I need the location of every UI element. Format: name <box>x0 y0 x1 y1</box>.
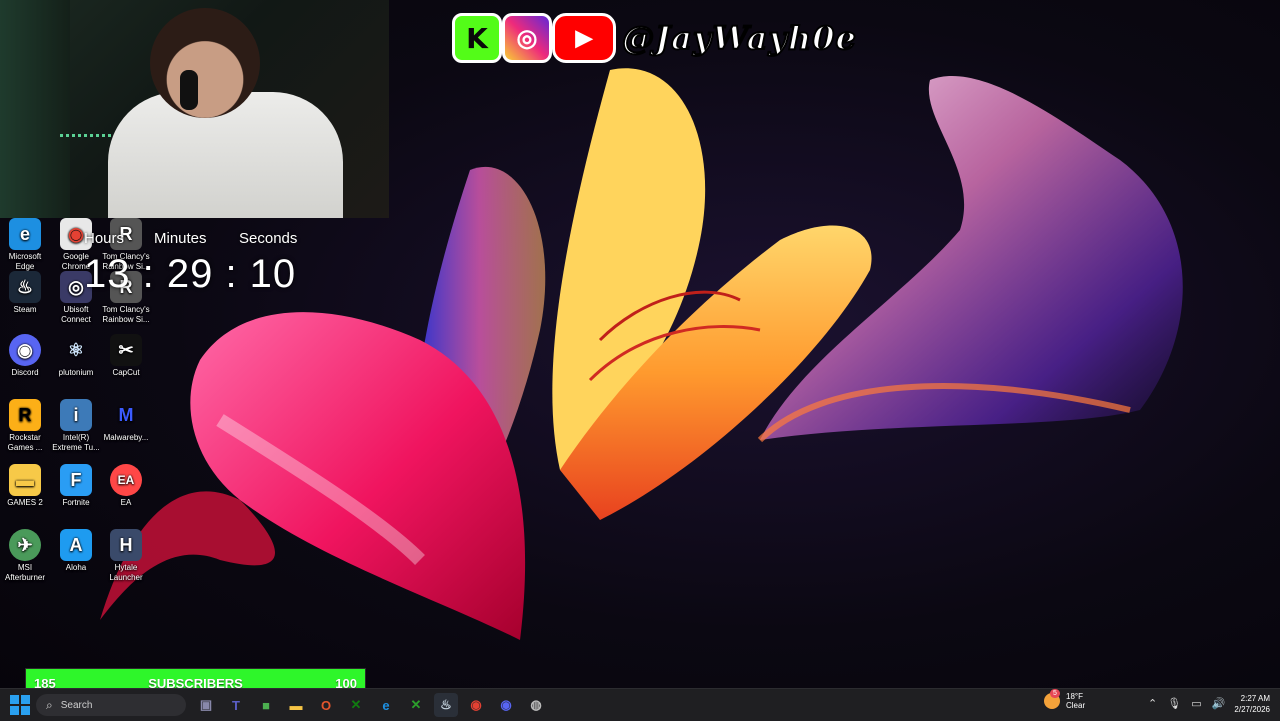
intel-icon: i <box>60 399 92 431</box>
edge-icon: e <box>9 218 41 250</box>
folder-icon: ▬ <box>9 464 41 496</box>
taskbar-office-icon[interactable]: O <box>314 693 338 717</box>
taskbar-search[interactable]: ⌕ Search <box>36 694 186 716</box>
ea-icon: EA <box>110 464 142 496</box>
desktop-icon-aloha[interactable]: A Aloha <box>51 529 101 573</box>
volume-icon[interactable]: 🔊 <box>1212 697 1226 710</box>
weather-condition: Clear <box>1066 701 1086 710</box>
taskbar-apps: ▣ T ■ ▬ O ✕ e ✕ ♨ ◉ ◉ ◍ <box>194 693 548 717</box>
clock-time: 2:27 AM <box>1240 694 1270 703</box>
weather-temp: 18°F <box>1066 692 1083 701</box>
desktop-icon-label: Steam <box>13 305 37 314</box>
timer-labels: Hours Minutes Seconds <box>84 230 297 247</box>
desktop-icon-label: Tom Clancy's Rainbow Si... <box>102 305 150 324</box>
system-tray: ⌃ 🎙 ▭ 🔊 <box>1148 697 1225 710</box>
desktop-icon-label: Malwareby... <box>103 433 149 442</box>
desktop-icon-games-folder[interactable]: ▬ GAMES 2 <box>0 464 50 508</box>
weather-badge: 5 <box>1050 689 1060 698</box>
desktop-icon-label: Fortnite <box>62 498 90 507</box>
taskbar-edge-icon[interactable]: e <box>374 693 398 717</box>
desktop-icon-label: CapCut <box>112 368 140 377</box>
streamer-head <box>150 8 260 118</box>
social-banner: K ◎ ▶ @JayWayh0e <box>452 12 857 64</box>
windows-start-icon[interactable] <box>10 695 30 715</box>
desktop-icon-msi-afterburner[interactable]: ✈ MSI Afterburner <box>0 529 50 583</box>
discord-icon: ◉ <box>9 334 41 366</box>
desktop-icon-plutonium[interactable]: ⚛ plutonium <box>51 334 101 378</box>
taskbar-xbox-icon[interactable]: ✕ <box>404 693 428 717</box>
timer-seconds-label: Seconds <box>239 230 298 247</box>
desktop-icon-label: plutonium <box>58 368 94 377</box>
taskbar-chrome-icon[interactable]: ◉ <box>464 693 488 717</box>
taskbar-obs-icon[interactable]: ◍ <box>524 693 548 717</box>
desktop-icon-label: Hytale Launcher <box>109 563 143 582</box>
headset <box>180 70 198 110</box>
kick-icon: K <box>452 13 502 63</box>
taskbar: ⌕ Search ▣ T ■ ▬ O ✕ e ✕ ♨ ◉ ◉ ◍ 5 18°F … <box>0 688 1280 721</box>
fortnite-icon: F <box>60 464 92 496</box>
desktop-icon-malwarebytes[interactable]: M Malwareby... <box>101 399 151 443</box>
microphone-icon[interactable]: 🎙 <box>1167 697 1181 710</box>
chevron-up-icon[interactable]: ⌃ <box>1148 697 1157 710</box>
desktop-icon-label: GAMES 2 <box>7 498 43 507</box>
search-placeholder: Search <box>60 699 93 711</box>
desktop-icon-capcut[interactable]: ✂ CapCut <box>101 334 151 378</box>
desktop-icon-label: Intel(R) Extreme Tu... <box>52 433 100 452</box>
taskbar-weather[interactable]: 5 18°F Clear <box>1044 689 1086 710</box>
clock-date: 2/27/2026 <box>1234 705 1270 714</box>
desktop-icon-label: EA <box>120 498 132 507</box>
webcam-background <box>0 0 70 218</box>
malwarebytes-icon: M <box>118 405 134 425</box>
desktop-icon-intel-xtu[interactable]: i Intel(R) Extreme Tu... <box>51 399 101 453</box>
desktop-icon-ea[interactable]: EA EA <box>101 464 151 508</box>
afterburner-icon: ✈ <box>9 529 41 561</box>
social-handle: @JayWayh0e <box>621 18 857 58</box>
search-icon: ⌕ <box>46 697 53 712</box>
desktop-icon-label: Ubisoft Connect <box>61 305 91 324</box>
desktop-icon-label: Rockstar Games ... <box>7 433 43 452</box>
taskbar-discord-icon[interactable]: ◉ <box>494 693 518 717</box>
taskbar-file-manager-icon[interactable]: ▣ <box>194 693 218 717</box>
steam-icon: ♨ <box>9 271 41 303</box>
capcut-icon: ✂ <box>110 334 142 366</box>
taskbar-minecraft-icon[interactable]: ■ <box>254 693 278 717</box>
timer-hours-label: Hours <box>84 230 125 247</box>
webcam-overlay <box>0 0 389 218</box>
aloha-icon: A <box>60 529 92 561</box>
plutonium-icon: ⚛ <box>67 340 85 360</box>
youtube-icon: ▶ <box>552 13 616 63</box>
stream-timer: 13 : 29 : 10 <box>84 252 297 296</box>
desktop-icon-fortnite[interactable]: F Fortnite <box>51 464 101 508</box>
taskbar-xbox-app-icon[interactable]: ✕ <box>344 693 368 717</box>
timer-minutes-label: Minutes <box>154 230 207 247</box>
taskbar-clock[interactable]: 2:27 AM 2/27/2026 <box>1226 693 1270 715</box>
hytale-icon: H <box>110 529 142 561</box>
rockstar-icon: R <box>9 399 41 431</box>
desktop-icon-label: MSI Afterburner <box>4 563 46 582</box>
network-icon[interactable]: ▭ <box>1191 697 1201 710</box>
desktop-icon-label: Discord <box>11 368 39 377</box>
desktop-icon-hytale[interactable]: H Hytale Launcher <box>101 529 151 583</box>
taskbar-teams-icon[interactable]: T <box>224 693 248 717</box>
desktop-icon-label: Microsoft Edge <box>8 252 42 271</box>
desktop-icon-steam[interactable]: ♨ Steam <box>0 271 50 315</box>
desktop-icon-label: Aloha <box>65 563 87 572</box>
desktop-icon-rockstar[interactable]: R Rockstar Games ... <box>0 399 50 453</box>
weather-moon-icon: 5 <box>1044 689 1060 709</box>
taskbar-steam-icon[interactable]: ♨ <box>434 693 458 717</box>
taskbar-file-explorer-icon[interactable]: ▬ <box>284 693 308 717</box>
desktop-icon-discord[interactable]: ◉ Discord <box>0 334 50 378</box>
desktop-icon-edge[interactable]: e Microsoft Edge <box>0 218 50 272</box>
instagram-icon: ◎ <box>502 13 552 63</box>
